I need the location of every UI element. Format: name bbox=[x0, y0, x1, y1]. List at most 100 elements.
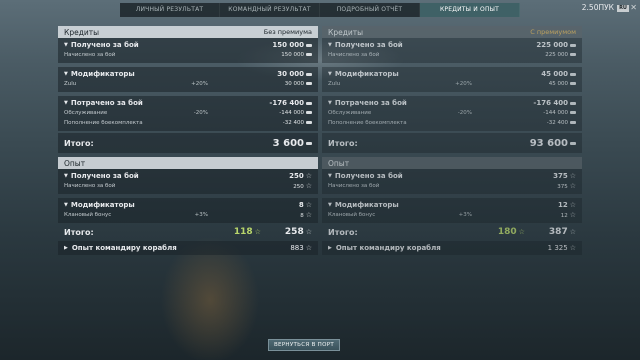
credits-icon bbox=[306, 72, 312, 76]
premium-xp-modifiers-label: Модификаторы bbox=[334, 201, 399, 209]
star-icon: ☆ bbox=[569, 211, 576, 219]
credits-total-row: Итого: 3 600 bbox=[58, 133, 318, 153]
premium-credits-earned-sub-value: 225 000 bbox=[545, 52, 568, 58]
tab-team-result[interactable]: КОМАНДНЫЙ РЕЗУЛЬТАТ bbox=[220, 3, 320, 17]
credits-earned-row[interactable]: ▼ Получено за бой 150 000 bbox=[58, 40, 318, 50]
premium-xp-earned-sub-value: 375 bbox=[557, 184, 568, 190]
premium-credits-header: Кредиты С премиумом bbox=[322, 26, 582, 38]
star-icon: ☆ bbox=[569, 228, 576, 236]
clan-bonus-label: Клановый бонус bbox=[64, 212, 112, 218]
credits-modifiers-block: ▼ Модификаторы 30 000 Zulu +20% 30 000 bbox=[58, 67, 318, 92]
premium-maintenance-row: Обслуживание -20% -144 000 bbox=[322, 108, 582, 118]
premium-credits-modifiers-block: ▼ Модификаторы 45 000 Zulu +20% 45 000 bbox=[322, 67, 582, 92]
captain-xp-value: 883 bbox=[290, 244, 304, 252]
credits-earned-label: Получено за бой bbox=[70, 41, 139, 49]
xp-modifiers-row[interactable]: ▼ Модификаторы 8 ☆ bbox=[58, 200, 318, 210]
premium-clan-bonus-percent: +3% bbox=[458, 212, 472, 218]
triangle-down-icon: ▼ bbox=[328, 42, 332, 48]
premium-maintenance-value: -144 000 bbox=[543, 110, 568, 116]
premium-xp-header: Опыт bbox=[322, 157, 582, 169]
xp-earned-label: Получено за бой bbox=[70, 172, 139, 180]
premium-modifier-percent: +20% bbox=[455, 81, 472, 87]
premium-mode-label: Без премиума bbox=[263, 28, 312, 36]
credits-spent-label: Потрачено за бой bbox=[70, 99, 143, 107]
modifier-value: 30 000 bbox=[284, 81, 304, 87]
clan-bonus-row: Клановый бонус +3% 8 ☆ bbox=[58, 210, 318, 220]
credits-earned-sub-value: 150 000 bbox=[281, 52, 304, 58]
modifier-percent: +20% bbox=[191, 81, 208, 87]
maintenance-percent: -20% bbox=[193, 110, 208, 116]
star-icon: ☆ bbox=[305, 172, 312, 180]
column-without-premium: Кредиты Без премиума ▼ Получено за бой 1… bbox=[58, 26, 318, 255]
premium-captain-xp-label: Опыт командиру корабля bbox=[335, 244, 441, 252]
star-icon: ☆ bbox=[305, 211, 312, 219]
premium-ammo-resupply-row: Пополнение боекомплекта -32 400 bbox=[322, 118, 582, 128]
premium-credits-spent-row[interactable]: ▼ Потрачено за бой -176 400 bbox=[322, 98, 582, 108]
premium-xp-earned-row[interactable]: ▼ Получено за бой 375 ☆ bbox=[322, 171, 582, 181]
base-xp-value: 118 bbox=[233, 227, 253, 237]
triangle-down-icon: ▼ bbox=[328, 202, 332, 208]
credits-earned-value: 150 000 bbox=[272, 41, 304, 49]
credits-spent-row[interactable]: ▼ Потрачено за бой -176 400 bbox=[58, 98, 318, 108]
triangle-down-icon: ▼ bbox=[64, 202, 68, 208]
premium-xp-earned-sub-row: Начислено за бой 375 ☆ bbox=[322, 181, 582, 191]
premium-captain-xp-value: 1 325 bbox=[547, 244, 568, 252]
triangle-down-icon: ▼ bbox=[328, 100, 332, 106]
credits-icon bbox=[306, 82, 312, 85]
tab-personal-result[interactable]: ЛИЧНЫЙ РЕЗУЛЬТАТ bbox=[120, 3, 220, 17]
credits-icon bbox=[306, 53, 312, 56]
modifier-name: Zulu bbox=[64, 81, 77, 87]
premium-credits-modifiers-row[interactable]: ▼ Модификаторы 45 000 bbox=[322, 69, 582, 79]
credits-icon bbox=[570, 121, 576, 124]
premium-credits-earned-label: Получено за бой bbox=[334, 41, 403, 49]
premium-clan-bonus-row: Клановый бонус +3% 12 ☆ bbox=[322, 210, 582, 220]
credits-icon bbox=[570, 111, 576, 114]
credits-icon bbox=[306, 111, 312, 114]
xp-modifiers-label: Модификаторы bbox=[70, 201, 135, 209]
premium-xp-earned-label: Получено за бой bbox=[334, 172, 403, 180]
star-icon: ☆ bbox=[569, 244, 576, 252]
xp-earned-row[interactable]: ▼ Получено за бой 250 ☆ bbox=[58, 171, 318, 181]
premium-credits-modifiers-value: 45 000 bbox=[541, 70, 568, 78]
credits-modifiers-row[interactable]: ▼ Модификаторы 30 000 bbox=[58, 69, 318, 79]
premium-captain-xp-row[interactable]: ▶ Опыт командиру корабля 1 325 ☆ bbox=[322, 241, 582, 255]
triangle-right-icon: ▶ bbox=[64, 245, 68, 251]
credits-icon bbox=[570, 72, 576, 76]
star-icon: ☆ bbox=[569, 182, 576, 190]
premium-credits-total-row: Итого: 93 600 bbox=[322, 133, 582, 153]
ammo-resupply-value: -32 400 bbox=[282, 120, 304, 126]
star-icon: ☆ bbox=[305, 182, 312, 190]
premium-ammo-resupply-value: -32 400 bbox=[546, 120, 568, 126]
credits-earned-block: ▼ Получено за бой 150 000 Начислено за б… bbox=[58, 38, 318, 63]
premium-credits-spent-label: Потрачено за бой bbox=[334, 99, 407, 107]
credits-modifiers-sub-row: Zulu +20% 30 000 bbox=[58, 79, 318, 89]
captain-xp-row[interactable]: ▶ Опыт командиру корабля 883 ☆ bbox=[58, 241, 318, 255]
premium-ammo-resupply-label: Пополнение боекомплекта bbox=[328, 120, 407, 126]
credits-icon bbox=[570, 53, 576, 56]
premium-credits-earned-block: ▼ Получено за бой 225 000 Начислено за б… bbox=[322, 38, 582, 63]
premium-credits-earned-value: 225 000 bbox=[536, 41, 568, 49]
premium-clan-bonus-value: 12 bbox=[560, 213, 568, 219]
credits-header: Кредиты Без премиума bbox=[58, 26, 318, 38]
xp-total-value: 258 bbox=[284, 227, 304, 237]
premium-xp-modifiers-value: 12 bbox=[557, 201, 568, 209]
return-to-port-button[interactable]: ВЕРНУТЬСЯ В ПОРТ bbox=[268, 339, 340, 351]
premium-maintenance-label: Обслуживание bbox=[328, 110, 372, 116]
premium-credits-spent-value: -176 400 bbox=[533, 99, 568, 107]
column-with-premium: Кредиты С премиумом ▼ Получено за бой 22… bbox=[322, 26, 582, 255]
tab-credits-and-xp[interactable]: КРЕДИТЫ И ОПЫТ bbox=[420, 3, 520, 17]
credits-icon bbox=[570, 82, 576, 85]
premium-xp-modifiers-row[interactable]: ▼ Модификаторы 12 ☆ bbox=[322, 200, 582, 210]
xp-earned-sub-value: 250 bbox=[293, 184, 304, 190]
premium-credits-earned-row[interactable]: ▼ Получено за бой 225 000 bbox=[322, 40, 582, 50]
premium-xp-total-value: 387 bbox=[548, 227, 568, 237]
clan-bonus-percent: +3% bbox=[194, 212, 208, 218]
premium-modifier-row: Zulu +20% 45 000 bbox=[322, 79, 582, 89]
premium-credits-total-value: 93 600 bbox=[529, 137, 568, 149]
credits-spent-value: -176 400 bbox=[269, 99, 304, 107]
tab-detailed-report[interactable]: ПОДРОБНЫЙ ОТЧЁТ bbox=[320, 3, 420, 17]
close-icon[interactable]: ✕ bbox=[630, 2, 637, 14]
credits-icon bbox=[570, 141, 576, 145]
ammo-resupply-label: Пополнение боекомплекта bbox=[64, 120, 143, 126]
account-name: 2.50ПУК bbox=[581, 3, 614, 12]
